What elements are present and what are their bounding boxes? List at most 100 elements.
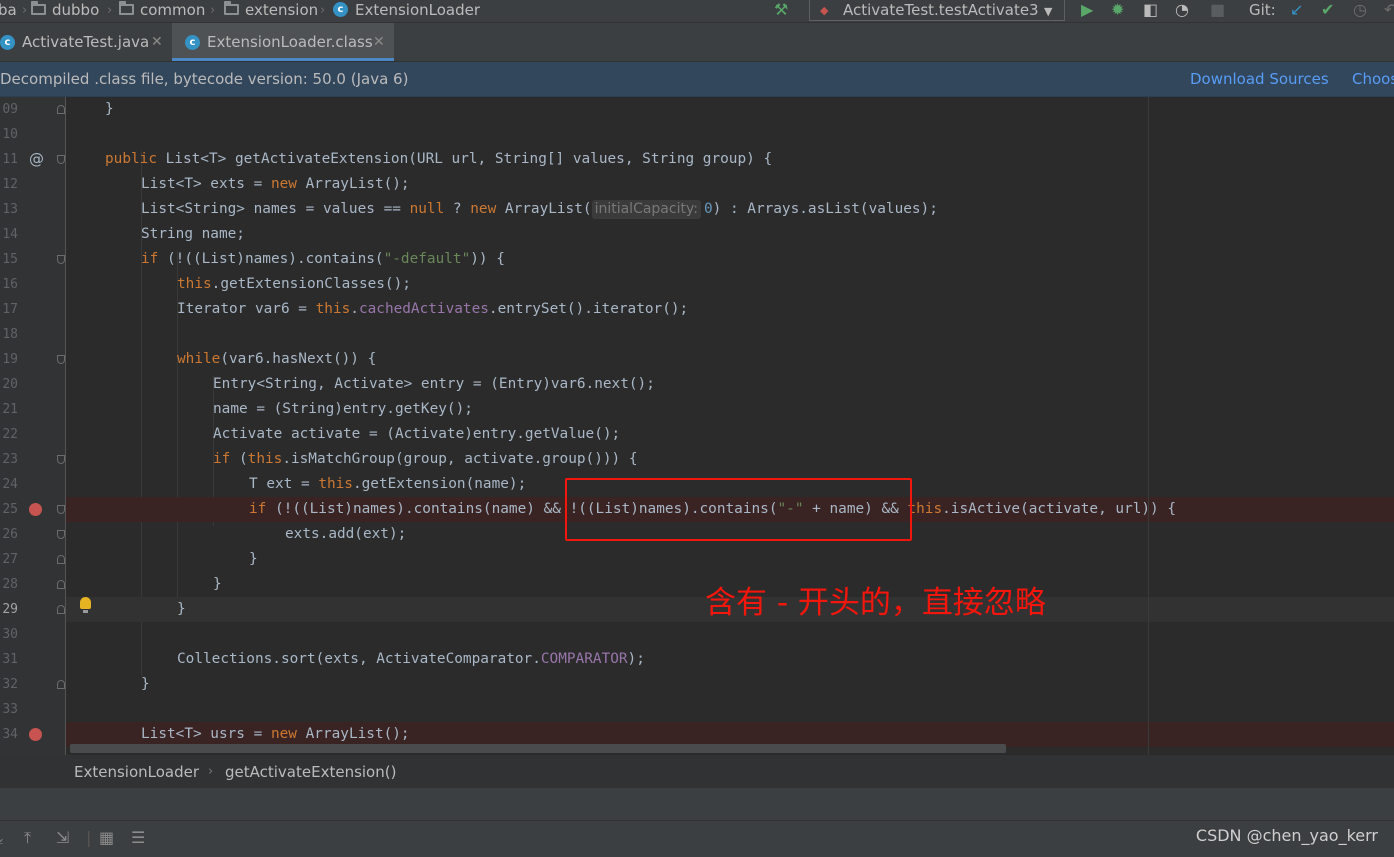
tab-extensionloader-class[interactable]: c ExtensionLoader.class ✕ <box>172 23 394 61</box>
profile-icon[interactable]: ◔ <box>1175 2 1189 18</box>
stop-icon[interactable]: ■ <box>1210 2 1225 18</box>
upload-icon[interactable]: ⤒ <box>24 829 31 847</box>
fold-marker-icon[interactable] <box>57 580 65 589</box>
close-tab-icon[interactable]: ✕ <box>373 23 385 61</box>
code-line[interactable]: if (this.isMatchGroup(group, activate.gr… <box>66 447 1394 472</box>
git-history-icon[interactable]: ◷ <box>1353 2 1367 18</box>
tab-label: ExtensionLoader.class <box>207 33 373 51</box>
code-editor[interactable]: } public List<T> getActivateExtension(URL… <box>66 97 1394 755</box>
download-sources-link[interactable]: Download Sources <box>1190 62 1329 96</box>
fold-marker-icon[interactable] <box>57 680 65 689</box>
fold-marker-icon[interactable] <box>57 555 65 564</box>
line-number: 10 <box>2 127 18 142</box>
line-number: 30 <box>2 627 18 642</box>
download-icon[interactable]: ⤓ <box>0 829 3 847</box>
editor-breadcrumb: ExtensionLoader › getActivateExtension() <box>0 755 1394 788</box>
fold-marker-icon[interactable] <box>57 605 65 614</box>
line-number: 11 <box>2 152 18 167</box>
breakpoint-icon[interactable] <box>29 503 42 516</box>
code-line[interactable] <box>66 622 1394 647</box>
build-hammer-icon[interactable]: ⚒ <box>774 2 788 18</box>
fold-marker-icon[interactable] <box>57 530 65 539</box>
toolbar-divider: | <box>86 828 92 847</box>
breadcrumb-item[interactable]: common <box>140 0 205 22</box>
breadcrumb-separator: › <box>208 764 214 779</box>
line-number: 09 <box>2 102 18 117</box>
coverage-icon[interactable]: ◧ <box>1143 2 1158 18</box>
code-line[interactable]: Entry<String, Activate> entry = (Entry)v… <box>66 372 1394 397</box>
choose-sources-link[interactable]: Choos <box>1352 62 1394 96</box>
table-icon[interactable]: ▦ <box>99 829 114 847</box>
code-line[interactable]: this.getExtensionClasses(); <box>66 272 1394 297</box>
tab-activatetest-java[interactable]: c ActivateTest.java ✕ <box>0 23 170 61</box>
fold-marker-icon[interactable] <box>57 255 65 264</box>
code-line[interactable]: public List<T> getActivateExtension(URL … <box>66 147 1394 172</box>
breadcrumb-item[interactable]: extension <box>245 0 318 22</box>
chevron-down-icon: ▼ <box>1044 5 1053 18</box>
line-number: 24 <box>2 477 18 492</box>
code-line[interactable]: while(var6.hasNext()) { <box>66 347 1394 372</box>
banner-message: Decompiled .class file, bytecode version… <box>0 70 409 88</box>
breadcrumb-item[interactable]: dubbo <box>52 0 99 22</box>
folder-icon <box>224 1 239 15</box>
line-number: 17 <box>2 302 18 317</box>
class-icon: c <box>0 35 15 50</box>
code-line[interactable] <box>66 697 1394 722</box>
code-line[interactable]: List<T> exts = new ArrayList(); <box>66 172 1394 197</box>
line-number: 19 <box>2 352 18 367</box>
breakpoint-icon[interactable] <box>29 728 42 741</box>
code-line[interactable]: Iterator var6 = this.cachedActivates.ent… <box>66 297 1394 322</box>
line-number: 29 <box>2 602 18 617</box>
code-line[interactable]: List<String> names = values == null ? ne… <box>66 197 1394 222</box>
code-line[interactable] <box>66 122 1394 147</box>
line-number: 33 <box>2 702 18 717</box>
code-line[interactable]: name = (String)entry.getKey(); <box>66 397 1394 422</box>
line-number: 21 <box>2 402 18 417</box>
breadcrumb-method[interactable]: getActivateExtension() <box>225 756 396 788</box>
navigation-bar: ba › dubbo › common › extension › c Exte… <box>0 0 1394 23</box>
breadcrumb-separator: › <box>107 3 113 18</box>
code-line[interactable]: Collections.sort(exts, ActivateComparato… <box>66 647 1394 672</box>
settings-list-icon[interactable]: ☰ <box>131 829 145 847</box>
sort-icon[interactable]: ⇲ <box>56 829 69 847</box>
fold-marker-icon[interactable] <box>57 505 65 514</box>
git-update-icon[interactable]: ↙ <box>1290 2 1303 18</box>
code-line[interactable]: String name; <box>66 222 1394 247</box>
line-number: 25 <box>2 502 18 517</box>
line-number: 34 <box>2 727 18 742</box>
override-marker-icon[interactable]: @ <box>29 147 44 172</box>
run-icon[interactable]: ▶ <box>1081 2 1093 18</box>
breadcrumb-class[interactable]: ExtensionLoader <box>74 756 199 788</box>
lightbulb-icon[interactable] <box>80 597 91 613</box>
horizontal-scrollbar[interactable] <box>70 744 1006 753</box>
breadcrumb-item[interactable]: ExtensionLoader <box>355 0 480 22</box>
junit-config-icon: ◆ <box>820 4 829 17</box>
class-icon: c <box>333 2 348 17</box>
folder-icon <box>119 1 134 15</box>
breadcrumb-item[interactable]: ba <box>0 0 17 22</box>
code-line[interactable]: Activate activate = (Activate)entry.getV… <box>66 422 1394 447</box>
line-number: 28 <box>2 577 18 592</box>
git-label: Git: <box>1249 1 1276 19</box>
git-rollback-icon[interactable]: ↶ <box>1384 2 1394 18</box>
line-number: 15 <box>2 252 18 267</box>
run-configuration-selector[interactable]: ◆ ActivateTest.testActivate3 ▼ <box>809 0 1065 21</box>
line-number: 22 <box>2 427 18 442</box>
code-line[interactable]: } <box>66 547 1394 572</box>
fold-marker-icon[interactable] <box>57 105 65 114</box>
fold-marker-icon[interactable] <box>57 355 65 364</box>
git-commit-icon[interactable]: ✔ <box>1321 2 1334 18</box>
decompiled-notice-banner: Decompiled .class file, bytecode version… <box>0 62 1394 97</box>
code-line[interactable]: if (!((List)names).contains("-default"))… <box>66 247 1394 272</box>
fold-marker-icon[interactable] <box>57 455 65 464</box>
line-number: 16 <box>2 277 18 292</box>
line-number: 13 <box>2 202 18 217</box>
debug-icon[interactable]: ✹ <box>1111 2 1124 18</box>
code-line[interactable]: } <box>66 97 1394 122</box>
close-tab-icon[interactable]: ✕ <box>151 23 163 61</box>
fold-marker-icon[interactable] <box>57 155 65 164</box>
code-line[interactable]: } <box>66 672 1394 697</box>
line-number: 31 <box>2 652 18 667</box>
editor-gutter[interactable]: 09 10 11 @12 13 14 15 16 17 18 19 20 21 22 23 24 25 26 27 2… <box>0 97 66 755</box>
code-line[interactable] <box>66 322 1394 347</box>
